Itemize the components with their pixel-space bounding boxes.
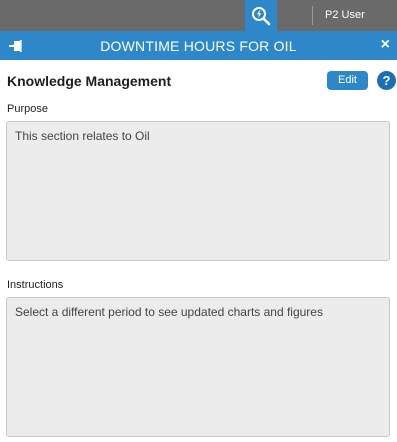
panel-header: DOWNTIME HOURS FOR OIL × [0,31,397,60]
panel-title: DOWNTIME HOURS FOR OIL [100,38,297,54]
help-icon[interactable]: ? [377,71,396,90]
purpose-label: Purpose [7,103,48,115]
instructions-label: Instructions [7,279,64,291]
section-title: Knowledge Management [7,73,172,89]
user-name[interactable]: P2 User [325,9,365,21]
search-lightning-icon [252,6,271,25]
close-icon[interactable]: × [381,36,390,54]
edit-button[interactable]: Edit [327,71,368,90]
purpose-field[interactable]: This section relates to Oil [6,121,390,261]
instructions-field[interactable]: Select a different period to see updated… [6,297,390,437]
search-button[interactable] [245,0,277,31]
topbar-divider [312,6,313,25]
purpose-text: This section relates to Oil [15,129,150,143]
instructions-text: Select a different period to see updated… [15,305,323,319]
top-bar: P2 User [0,0,397,31]
